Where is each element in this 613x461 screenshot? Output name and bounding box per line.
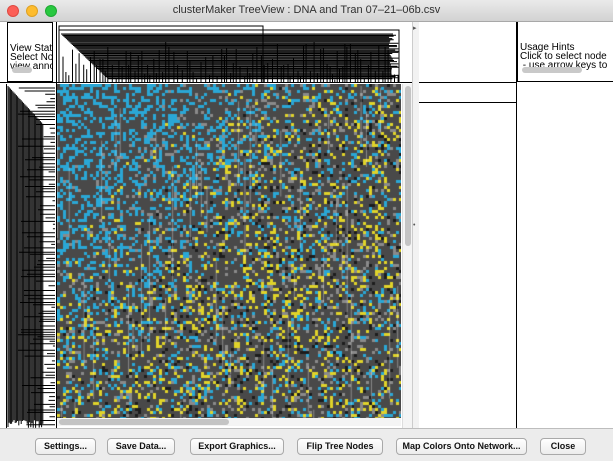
panel-divider-line (56, 22, 57, 428)
view-status-panel: View Stat Select No view anno (7, 22, 53, 82)
export-graphics-button[interactable]: Export Graphics... (190, 438, 284, 455)
array-tree-branches (58, 25, 400, 82)
heatmap-vertical-scroll-thumb[interactable] (405, 86, 411, 246)
array-tree[interactable] (57, 22, 401, 82)
window-title: clusterMaker TreeView : DNA and Tran 07–… (172, 4, 441, 16)
window-titlebar: clusterMaker TreeView : DNA and Tran 07–… (0, 0, 613, 22)
gene-tree-branches (7, 86, 55, 428)
heatmap-horizontal-scrollbar[interactable] (57, 418, 401, 426)
heatmap-horizontal-scroll-thumb[interactable] (59, 419, 229, 425)
button-bar: Settings... Save Data... Export Graphics… (0, 428, 613, 461)
heatmap-matrix[interactable] (57, 84, 401, 426)
usage-hints-text: Usage Hints Click to select node - use a… (520, 42, 608, 71)
detail-panel (419, 22, 517, 428)
gene-tree[interactable] (6, 84, 55, 428)
detail-divider-line (419, 102, 516, 103)
expand-arrow-icon[interactable]: ▸ (413, 24, 417, 32)
status-scrollbar[interactable] (12, 67, 32, 73)
detail-divider-line (419, 82, 516, 83)
close-button[interactable]: Close (540, 438, 586, 455)
usage-hints-scrollbar[interactable] (522, 67, 582, 73)
divider-grip-icon[interactable]: • (413, 222, 415, 229)
flip-tree-nodes-button[interactable]: Flip Tree Nodes (297, 438, 383, 455)
map-colors-button[interactable]: Map Colors Onto Network... (396, 438, 527, 455)
usage-hints-panel: Usage Hints Click to select node - use a… (517, 22, 613, 82)
panel-divider-line (0, 82, 412, 83)
save-data-button[interactable]: Save Data... (107, 438, 175, 455)
settings-button[interactable]: Settings... (35, 438, 96, 455)
treeview-content: View Stat Select No view anno ▸ • Usage … (0, 22, 613, 428)
